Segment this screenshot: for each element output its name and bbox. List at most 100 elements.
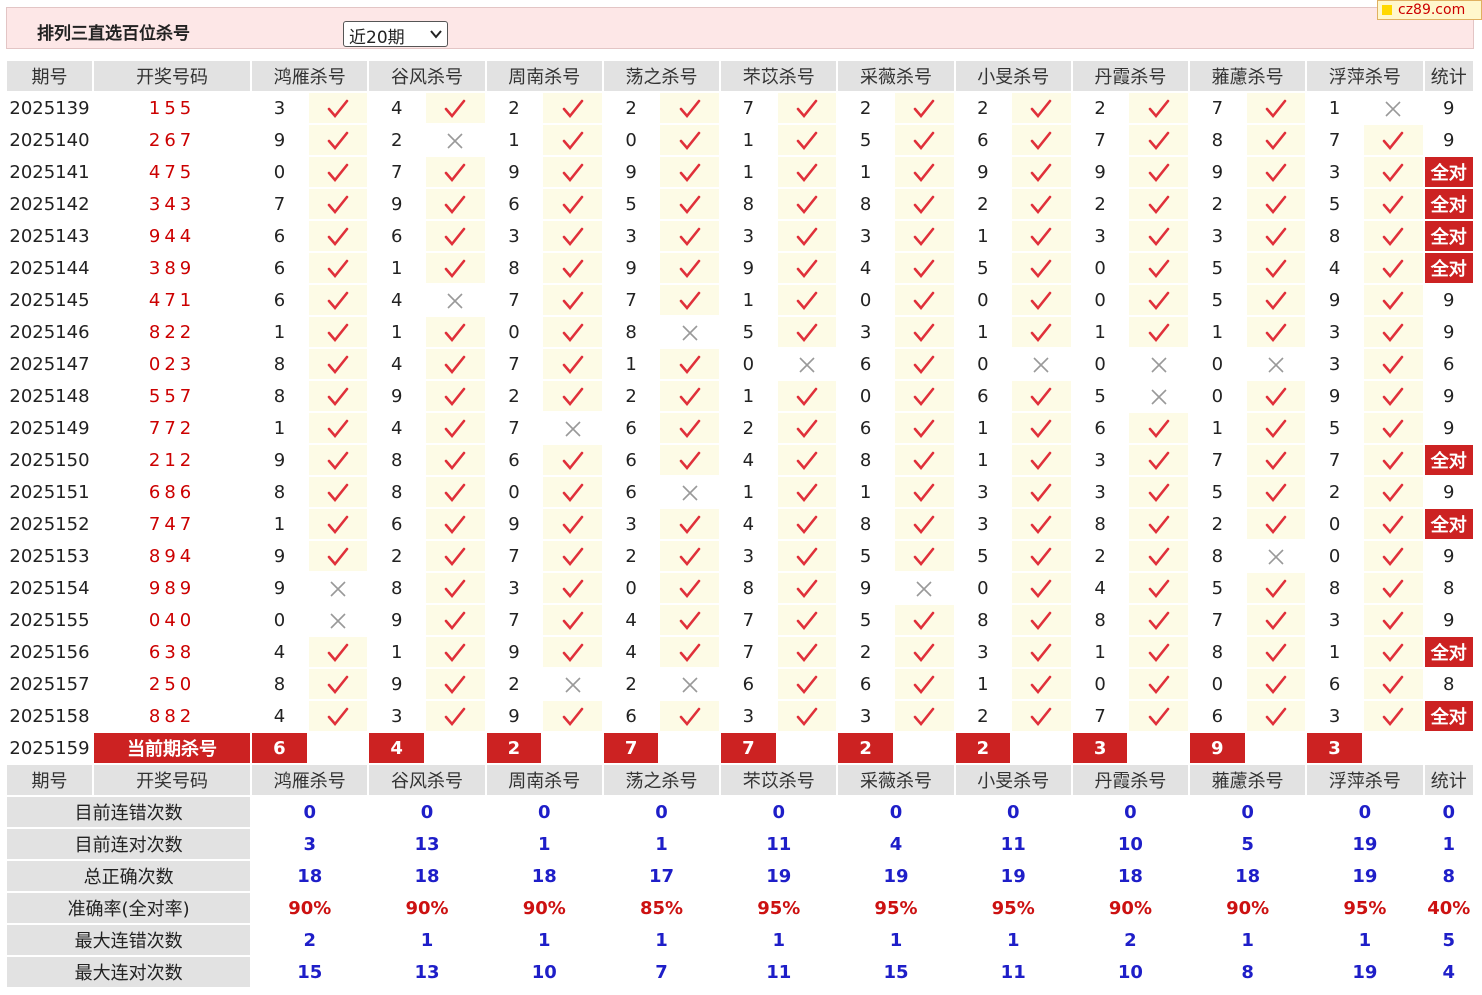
kill-number: 4 bbox=[721, 445, 776, 475]
hit-mark bbox=[660, 605, 720, 635]
table-row: 2025147 023 8 4 7 1 0 6 0 0 0 3 6 bbox=[7, 349, 1473, 379]
miss-mark bbox=[308, 605, 368, 635]
check-icon bbox=[679, 707, 701, 726]
kill-number: 8 bbox=[838, 445, 893, 475]
kill-number: 3 bbox=[1307, 701, 1362, 731]
current-kill-number: 2 bbox=[486, 733, 542, 763]
kill-number: 8 bbox=[1190, 541, 1245, 571]
hit-mark bbox=[308, 509, 368, 539]
hit-mark bbox=[1129, 253, 1189, 283]
check-icon bbox=[679, 611, 701, 630]
check-icon bbox=[327, 387, 349, 406]
hit-mark bbox=[1363, 381, 1423, 411]
col-header-issue: 期号 bbox=[7, 765, 92, 795]
kill-number: 2 bbox=[1072, 93, 1128, 123]
hit-mark bbox=[894, 381, 954, 411]
table-row: 2025149 772 1 4 7 6 2 6 1 6 1 5 9 bbox=[7, 413, 1473, 443]
miss-mark bbox=[543, 413, 602, 443]
col-header-expert: 丹霞杀号 bbox=[1072, 61, 1189, 91]
col-header-expert: 浮萍杀号 bbox=[1307, 61, 1423, 91]
hit-mark bbox=[425, 413, 485, 443]
check-icon bbox=[444, 163, 466, 182]
kill-number: 6 bbox=[838, 349, 893, 379]
hit-mark bbox=[1363, 477, 1423, 507]
check-icon bbox=[444, 195, 466, 214]
check-icon bbox=[1265, 259, 1287, 278]
check-icon bbox=[444, 419, 466, 438]
column-header-row: 期号 开奖号码 鸿雁杀号 谷风杀号 周南杀号 荡之杀号 芣苡杀号 采薇杀号 小旻杀号 丹霞杀号 蕥藘… bbox=[7, 765, 1473, 795]
current-kill-blank bbox=[777, 733, 837, 763]
stats-value: 8 bbox=[1190, 957, 1306, 987]
issue-number: 2025152 bbox=[7, 509, 92, 539]
check-icon bbox=[1265, 675, 1287, 694]
kill-number: 7 bbox=[1190, 93, 1245, 123]
kill-number: 2 bbox=[486, 93, 542, 123]
hit-mark bbox=[777, 157, 837, 187]
col-header-expert: 采薇杀号 bbox=[838, 61, 954, 91]
col-header-draw: 开奖号码 bbox=[93, 765, 251, 795]
check-icon bbox=[1265, 451, 1287, 470]
kill-number: 8 bbox=[721, 573, 776, 603]
kill-number: 7 bbox=[721, 637, 776, 667]
table-row: 2025143 944 6 6 3 3 3 3 1 3 3 8 全对 bbox=[7, 221, 1473, 251]
hit-mark bbox=[1246, 381, 1306, 411]
site-watermark[interactable]: cz89.com bbox=[1377, 0, 1482, 20]
all-correct-badge: 全对 bbox=[1424, 221, 1473, 251]
stats-label: 目前连对次数 bbox=[7, 829, 251, 859]
kill-number: 1 bbox=[721, 285, 776, 315]
kill-number: 3 bbox=[955, 477, 1011, 507]
current-issue-number: 2025159 bbox=[7, 733, 92, 763]
check-icon bbox=[1265, 387, 1287, 406]
kill-number: 6 bbox=[1072, 413, 1128, 443]
issue-number: 2025155 bbox=[7, 605, 92, 635]
kill-number: 2 bbox=[1190, 509, 1245, 539]
table-row: 2025150 212 9 8 6 6 4 8 1 3 7 7 全对 bbox=[7, 445, 1473, 475]
kill-number: 5 bbox=[1190, 253, 1245, 283]
hit-mark bbox=[543, 509, 602, 539]
miss-mark bbox=[1363, 93, 1423, 123]
stats-value: 95% bbox=[955, 893, 1071, 923]
check-icon bbox=[1031, 163, 1052, 182]
kill-number: 9 bbox=[369, 381, 424, 411]
check-icon bbox=[327, 515, 349, 534]
kill-number: 3 bbox=[838, 317, 893, 347]
kill-number: 1 bbox=[369, 637, 424, 667]
check-icon bbox=[913, 675, 935, 694]
check-icon bbox=[444, 483, 466, 502]
top-bar: 排列三直选百位杀号 近20期 bbox=[6, 7, 1474, 49]
hit-mark bbox=[308, 701, 368, 731]
hit-mark bbox=[1129, 669, 1189, 699]
check-icon bbox=[327, 227, 349, 246]
check-icon bbox=[1031, 643, 1052, 662]
kill-number: 6 bbox=[603, 445, 659, 475]
stats-value: 0 bbox=[1307, 797, 1423, 827]
kill-number: 8 bbox=[838, 189, 893, 219]
period-select[interactable]: 近20期 bbox=[343, 21, 448, 48]
hit-mark bbox=[660, 349, 720, 379]
miss-mark bbox=[894, 573, 954, 603]
col-header-expert: 鸿雁杀号 bbox=[252, 765, 368, 795]
stats-label: 总正确次数 bbox=[7, 861, 251, 891]
hit-mark bbox=[660, 189, 720, 219]
check-icon bbox=[796, 451, 818, 470]
check-icon bbox=[444, 675, 466, 694]
hit-mark bbox=[660, 125, 720, 155]
hit-mark bbox=[894, 509, 954, 539]
current-kill-blank bbox=[543, 733, 602, 763]
check-icon bbox=[1148, 579, 1170, 598]
check-icon bbox=[562, 387, 583, 406]
kill-number: 0 bbox=[252, 157, 307, 187]
hit-mark bbox=[1246, 605, 1306, 635]
check-icon bbox=[327, 451, 349, 470]
check-icon bbox=[444, 547, 466, 566]
check-icon bbox=[913, 227, 935, 246]
hit-mark bbox=[543, 381, 602, 411]
check-icon bbox=[562, 163, 583, 182]
stats-value: 95% bbox=[838, 893, 954, 923]
kill-number: 5 bbox=[1072, 381, 1128, 411]
hit-mark bbox=[425, 189, 485, 219]
draw-number: 747 bbox=[93, 509, 251, 539]
kill-number: 3 bbox=[1190, 221, 1245, 251]
stats-value: 3 bbox=[252, 829, 368, 859]
check-icon bbox=[1265, 515, 1287, 534]
